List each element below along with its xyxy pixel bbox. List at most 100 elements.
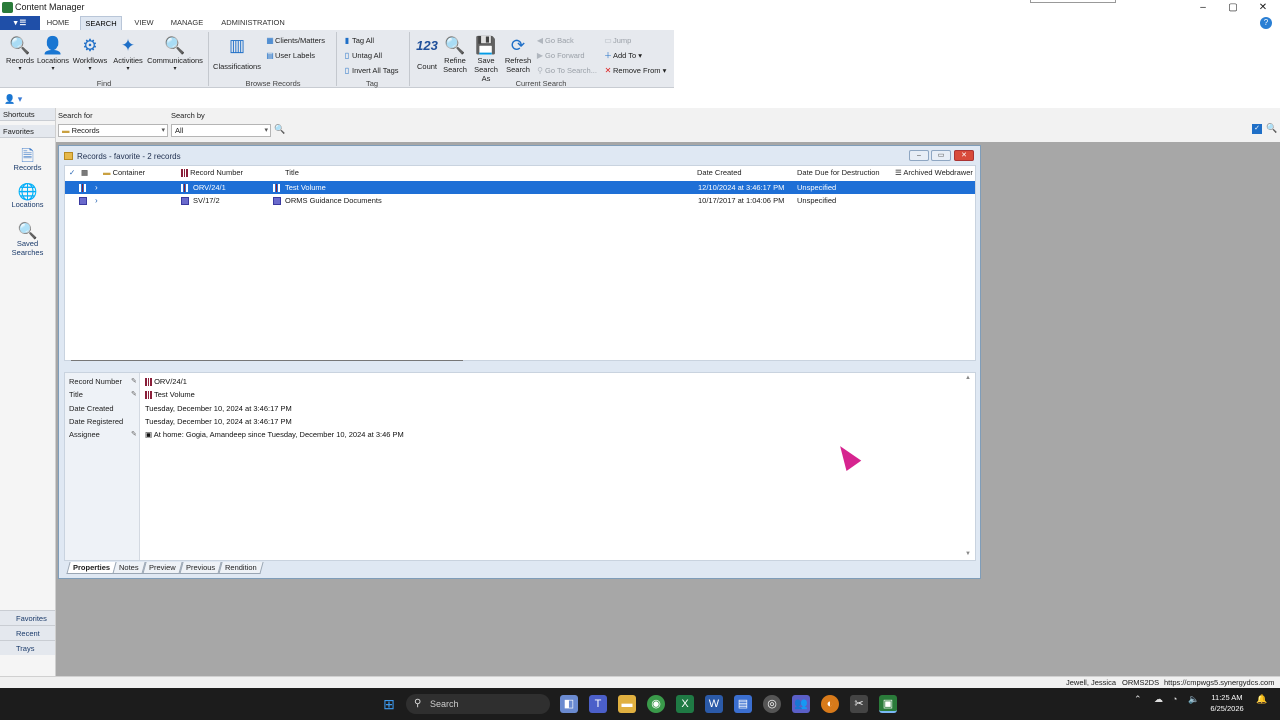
edit-pencil-icon[interactable]: ✎ (131, 377, 137, 385)
tag-column-icon[interactable]: ▦ (81, 166, 88, 180)
minimize-button[interactable]: – (1188, 0, 1218, 16)
tab-view[interactable]: VIEW (128, 16, 160, 30)
nav-bottom-favorites[interactable]: Favorites (0, 610, 55, 625)
taskbar-clock[interactable]: 11:25 AM 6/25/2026 (1202, 692, 1252, 714)
go-forward-button[interactable]: ▶ Go Forward (535, 49, 585, 62)
column-container[interactable]: ▬ Container (103, 166, 145, 180)
tab-search[interactable]: SEARCH (80, 16, 122, 30)
file-menu-button[interactable]: ▾ ☰ (0, 16, 40, 30)
tab-notes[interactable]: Notes (112, 562, 146, 574)
favorites-header[interactable]: Favorites (0, 125, 55, 138)
count-button[interactable]: 123 Count (412, 32, 442, 72)
communications-button[interactable]: 🔍 Communications ▾ (145, 32, 205, 74)
column-record-number[interactable]: Record Number (181, 166, 243, 180)
tab-rendition[interactable]: Rendition (218, 562, 264, 574)
nav-saved-searches[interactable]: 🔍 Saved Searches (0, 221, 55, 257)
go-back-label: Go Back (545, 36, 574, 45)
search-toggle-icon[interactable]: 🔍 (1266, 123, 1277, 134)
content-manager-taskbar-icon[interactable]: ▣ (879, 695, 897, 713)
tab-preview[interactable]: Preview (142, 562, 183, 574)
tray-chevron-icon[interactable]: ⌃ (1134, 694, 1142, 705)
classifications-button[interactable]: ▥ Classifications (212, 32, 262, 72)
locations-button[interactable]: 👤 Locations ▾ (36, 32, 70, 74)
search-by-select[interactable]: All ▾ (171, 124, 271, 137)
teams-icon[interactable]: T (589, 695, 607, 713)
column-title[interactable]: Title (285, 166, 299, 180)
excel-icon[interactable]: X (676, 695, 694, 713)
nav-bottom-trays[interactable]: Trays (0, 640, 55, 655)
chrome-icon[interactable]: ◉ (647, 695, 665, 713)
windows-start-icon[interactable]: ⊞ (380, 695, 398, 713)
destruction-cell: Unspecified (797, 183, 837, 192)
workflows-button[interactable]: ⚙ Workflows ▾ (71, 32, 109, 74)
edit-pencil-icon[interactable]: ✎ (131, 390, 137, 398)
table-row[interactable]: › SV/17/2 ORMS Guidance Documents 10/17/… (65, 194, 975, 207)
edit-pencil-icon[interactable]: ✎ (131, 430, 137, 438)
snipping-tool-icon[interactable]: ✂ (850, 695, 868, 713)
close-button[interactable]: ✕ (1248, 0, 1278, 16)
records-minimize-button[interactable]: – (909, 150, 929, 161)
wifi-icon[interactable]: ◔ (1172, 694, 1177, 704)
go-to-search-button[interactable]: ⚲ Go To Search... (535, 64, 597, 77)
tab-manage[interactable]: MANAGE (166, 16, 208, 30)
column-date-created[interactable]: Date Created (697, 166, 742, 180)
status-url: https://cmpwgs5.synergydcs.com (1164, 678, 1275, 687)
widgets-icon[interactable]: ◧ (560, 695, 578, 713)
invert-all-tags-button[interactable]: ▯ Invert All Tags (342, 64, 399, 77)
properties-tab-bar: Properties Notes Preview Previous Rendit… (64, 562, 976, 574)
cloud-sync-icon[interactable]: ☁ (1154, 694, 1163, 705)
refresh-search-button[interactable]: ⟳ Refresh Search (503, 32, 533, 75)
expand-chevron-icon[interactable]: › (95, 194, 98, 207)
search-go-icon[interactable]: 🔍 (274, 124, 285, 137)
help-icon[interactable]: ? (1260, 17, 1272, 29)
notepad-icon[interactable]: ▤ (734, 695, 752, 713)
quick-access-icon[interactable]: 👤 ▾ (4, 94, 22, 105)
file-explorer-icon[interactable]: ▬ (618, 695, 636, 713)
checkbox-icon[interactable]: ✓ (1252, 124, 1262, 134)
volume-icon[interactable]: 🔈 (1188, 694, 1199, 705)
nav-bottom-recent[interactable]: Recent (0, 625, 55, 640)
nav-locations[interactable]: 🌐 Locations (0, 182, 55, 209)
user-labels-button[interactable]: ▤User Labels (265, 49, 315, 62)
add-to-button[interactable]: ＋Add To ▾ (603, 49, 642, 62)
refine-search-button[interactable]: 🔍 Refine Search (440, 32, 470, 75)
back-arrow-icon: ◀ (536, 36, 544, 45)
tab-administration[interactable]: ADMINISTRATION (214, 16, 292, 30)
select-all-checkbox[interactable]: ✓ (69, 166, 75, 180)
jump-button[interactable]: ▭Jump (603, 34, 631, 47)
notification-bell-icon[interactable]: 🔔 (1256, 694, 1267, 705)
nav-locations-label: Locations (11, 200, 44, 209)
browser-icon[interactable]: ◐ (821, 695, 839, 713)
records-window-title: Records - favorite - 2 records (77, 152, 181, 161)
maximize-button[interactable]: ▢ (1218, 0, 1248, 16)
search-for-select[interactable]: ▬ Records ▾ (58, 124, 168, 137)
communications-button-label: Communications (147, 56, 203, 65)
scroll-up-arrow-icon[interactable]: ▲ (965, 375, 971, 381)
tab-home[interactable]: HOME (42, 16, 74, 30)
clients-matters-button[interactable]: ▦Clients/Matters (265, 34, 325, 47)
remove-from-button[interactable]: ✕ Remove From ▾ (603, 64, 667, 77)
tab-properties[interactable]: Properties (66, 562, 117, 574)
nav-records[interactable]: 🗎 Records (0, 145, 55, 172)
word-icon[interactable]: W (705, 695, 723, 713)
records-button[interactable]: 🔍 Records ▾ (4, 32, 36, 74)
records-restore-button[interactable]: ▭ (931, 150, 951, 161)
horizontal-scrollbar[interactable] (71, 360, 463, 361)
records-close-button[interactable]: ✕ (954, 150, 974, 161)
media-app-icon[interactable]: ◎ (763, 695, 781, 713)
column-archived-webdrawer[interactable]: ☰ Archived Webdrawer (895, 166, 975, 180)
activities-button[interactable]: ✦ Activities ▾ (110, 32, 146, 74)
table-row[interactable]: › ORV/24/1 Test Volume 12/10/2024 at 3:4… (65, 181, 975, 194)
teams-chat-icon[interactable]: 👥 (792, 695, 810, 713)
save-search-as-button[interactable]: 💾 Save Search As (469, 32, 503, 84)
column-date-due-destruction[interactable]: Date Due for Destruction (797, 166, 880, 180)
go-back-button[interactable]: ◀ Go Back (535, 34, 574, 47)
expand-chevron-icon[interactable]: › (95, 181, 98, 194)
untag-all-button[interactable]: ▯ Untag All (342, 49, 382, 62)
taskbar-search[interactable]: ⚲ Search (406, 694, 550, 714)
shortcuts-header[interactable]: Shortcuts (0, 108, 55, 121)
tab-previous[interactable]: Previous (179, 562, 222, 574)
refine-search-label-2: Search (443, 65, 467, 74)
tag-all-button[interactable]: ▮ Tag All (342, 34, 374, 47)
scroll-down-arrow-icon[interactable]: ▼ (965, 551, 971, 557)
